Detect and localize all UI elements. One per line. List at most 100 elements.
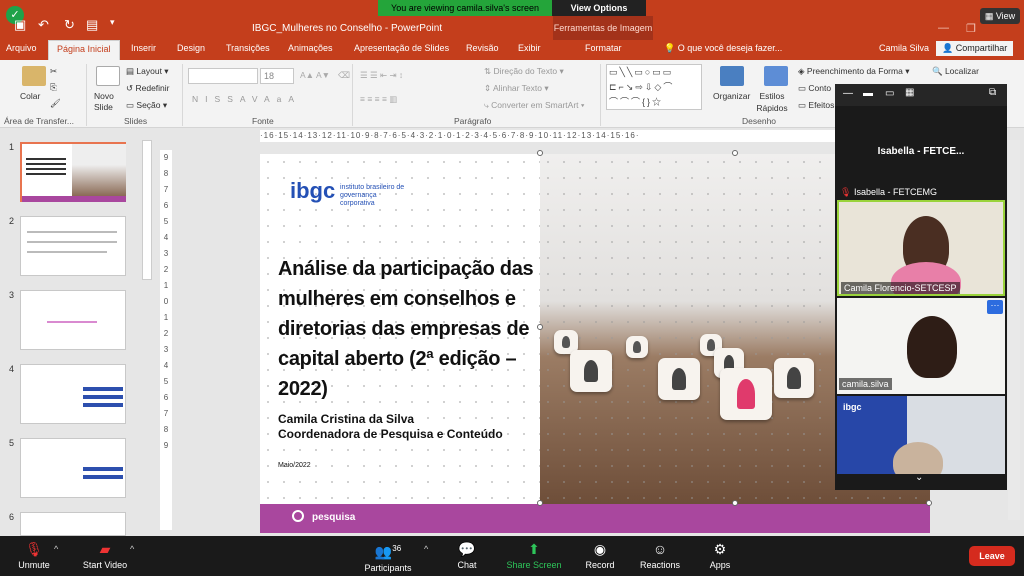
apps-button[interactable]: ⚙ Apps <box>706 541 734 570</box>
align-icons[interactable]: ≡ ≡ ≡ ≡ ▥ <box>360 94 397 105</box>
panel-speaker-view-icon[interactable]: ▬ <box>863 88 873 99</box>
resize-handle[interactable] <box>537 324 543 330</box>
slide-thumbnail-4[interactable] <box>20 364 126 424</box>
italic-button[interactable]: I <box>205 94 214 104</box>
bullets-icon[interactable]: ☰ ☰ ⇤ ⇥ ↕ <box>360 70 403 81</box>
video-panel: — ▬ ▭ ▦ ⧉ Isabella - FETCE... 🎙 Isabella… <box>835 84 1007 490</box>
new-slide-icon[interactable] <box>96 66 120 86</box>
spacing-button[interactable]: AV <box>240 94 264 104</box>
copy-icon[interactable]: ⎘ <box>50 82 57 93</box>
thumbnail-scrollbar[interactable] <box>142 140 152 280</box>
share-screen-button[interactable]: ⬆ Share Screen <box>504 541 564 570</box>
section-button[interactable]: ▭ Seção ▾ <box>126 100 167 111</box>
tab-animacoes[interactable]: Animações <box>288 43 333 53</box>
panel-gallery-view-icon[interactable]: ▦ <box>905 87 914 98</box>
video-tile-camila-silva[interactable]: ··· camila.silva <box>837 298 1005 394</box>
quick-styles-button[interactable]: Estilos Rápidos <box>754 90 790 114</box>
panel-minimize-icon[interactable]: — <box>843 88 853 99</box>
slide-thumbnail-2[interactable] <box>20 216 126 276</box>
shape-outline-button[interactable]: ▭ Conto <box>798 83 831 94</box>
restore-icon[interactable]: ❐ <box>966 22 976 35</box>
slide-author-block[interactable]: Camila Cristina da Silva Coordenadora de… <box>278 412 538 442</box>
tab-revisao[interactable]: Revisão <box>466 43 499 53</box>
panel-scroll-down-icon[interactable]: ⌄ <box>915 472 923 483</box>
layout-button[interactable]: ▤ Layout ▾ <box>126 66 169 77</box>
slide-thumbnail-6[interactable] <box>20 512 126 536</box>
video-tile-ibgc[interactable]: ibgc <box>837 396 1005 474</box>
participants-chevron-icon[interactable]: ^ <box>424 544 428 554</box>
editor-scrollbar[interactable] <box>1008 140 1020 520</box>
find-button[interactable]: 🔍 Localizar <box>932 66 979 77</box>
underline-button[interactable]: S <box>215 94 228 104</box>
start-slideshow-icon[interactable]: ▤ <box>86 17 98 33</box>
leave-button[interactable]: Leave <box>969 546 1015 566</box>
slide-thumbnail-5[interactable] <box>20 438 126 498</box>
tab-exibir[interactable]: Exibir <box>518 43 541 53</box>
slide-title[interactable]: Análise da participação das mulheres em … <box>278 254 538 404</box>
start-video-button[interactable]: ▰ Start Video <box>80 541 130 570</box>
resize-handle[interactable] <box>732 150 738 156</box>
resize-handle[interactable] <box>537 150 543 156</box>
more-options-icon[interactable]: ··· <box>987 300 1003 314</box>
align-text-button[interactable]: ⇕ Alinhar Texto ▾ <box>484 83 549 94</box>
minimize-icon[interactable]: — <box>938 22 949 34</box>
reactions-button[interactable]: ☺ Reactions <box>636 541 684 570</box>
paste-button[interactable]: Colar <box>20 91 40 101</box>
customize-quick-access-icon[interactable]: ▾ <box>110 17 115 28</box>
record-button[interactable]: ◉ Record <box>582 541 618 570</box>
slide-thumbnail-pane[interactable]: 1 2 3 4 5 6 <box>0 128 140 536</box>
font-size-input[interactable]: 18 <box>260 68 294 84</box>
quick-styles-icon[interactable] <box>764 66 788 86</box>
font-style-buttons[interactable]: NISSAVAaA <box>192 94 301 104</box>
panel-strip-view-icon[interactable]: ▭ <box>885 88 894 99</box>
arrange-icon[interactable] <box>720 66 744 86</box>
tab-formatar[interactable]: Formatar <box>585 43 622 53</box>
video-options-chevron-icon[interactable]: ^ <box>130 544 134 554</box>
text-direction-button[interactable]: ⇅ Direção do Texto ▾ <box>484 66 564 77</box>
paste-icon[interactable] <box>22 66 46 86</box>
reset-button[interactable]: ↺ Redefinir <box>126 83 170 94</box>
shape-effects-button[interactable]: ▭ Efeitos <box>798 100 834 111</box>
case-button[interactable]: Aa <box>264 94 288 104</box>
unmute-button[interactable]: 🎙 Unmute <box>14 541 54 570</box>
undo-icon[interactable]: ↶ <box>38 17 49 33</box>
tab-inserir[interactable]: Inserir <box>131 43 156 53</box>
font-color-button[interactable]: A <box>288 94 301 104</box>
view-options-button[interactable]: View Options <box>552 0 646 16</box>
panel-popout-icon[interactable]: ⧉ <box>989 87 996 98</box>
tab-pagina-inicial[interactable]: Página Inicial <box>48 40 120 60</box>
resize-handle[interactable] <box>732 500 738 506</box>
save-icon[interactable]: ▣ <box>14 17 26 33</box>
tab-transicoes[interactable]: Transições <box>226 43 270 53</box>
participants-button[interactable]: 👥36 Participants <box>360 541 416 573</box>
ruler-tick-label: 6 <box>163 393 169 402</box>
slide-thumbnail-3[interactable] <box>20 290 126 350</box>
font-family-input[interactable] <box>188 68 258 84</box>
shadow-button[interactable]: S <box>227 94 240 104</box>
participant-count: 36 <box>392 544 402 553</box>
grow-font-icon[interactable]: A▲ A▼ <box>300 70 330 80</box>
shape-fill-button[interactable]: ◈ Preenchimento da Forma ▾ <box>798 66 909 77</box>
audio-options-chevron-icon[interactable]: ^ <box>54 544 58 554</box>
arrange-button[interactable]: Organizar <box>713 91 750 101</box>
tell-me-search[interactable]: 💡 O que você deseja fazer... <box>664 43 782 54</box>
shapes-gallery[interactable]: ▭╲╲▭○▭▭ ⊏⌐↘⇨⇩◇⌒ ⌒⌒⌒{}☆ <box>606 64 702 110</box>
zoom-view-button[interactable]: ▦ View <box>980 8 1020 24</box>
tab-arquivo[interactable]: Arquivo <box>6 43 37 53</box>
slide-canvas[interactable]: ibgc instituto brasileiro de governança … <box>260 150 932 533</box>
slide-thumbnail-1[interactable] <box>20 142 126 202</box>
format-painter-icon[interactable]: 🖌 <box>50 98 61 109</box>
video-tile-camila-florencio[interactable]: Camila Florencio-SETCESP <box>837 200 1005 296</box>
new-slide-button[interactable]: Novo Slide <box>94 91 120 113</box>
smartart-button[interactable]: ⤷ Converter em SmartArt ▾ <box>484 100 584 111</box>
clear-format-icon[interactable]: ⌫ <box>338 70 350 81</box>
share-button[interactable]: 👤 Compartilhar <box>936 41 1014 56</box>
resize-handle[interactable] <box>926 500 932 506</box>
resize-handle[interactable] <box>537 500 543 506</box>
chat-button[interactable]: 💬 Chat <box>452 541 482 570</box>
cut-icon[interactable]: ✂ <box>50 66 57 77</box>
tab-apresentacao[interactable]: Apresentação de Slides <box>354 43 449 53</box>
tab-design[interactable]: Design <box>177 43 205 53</box>
bold-button[interactable]: N <box>192 94 205 104</box>
redo-icon[interactable]: ↻ <box>64 17 75 33</box>
